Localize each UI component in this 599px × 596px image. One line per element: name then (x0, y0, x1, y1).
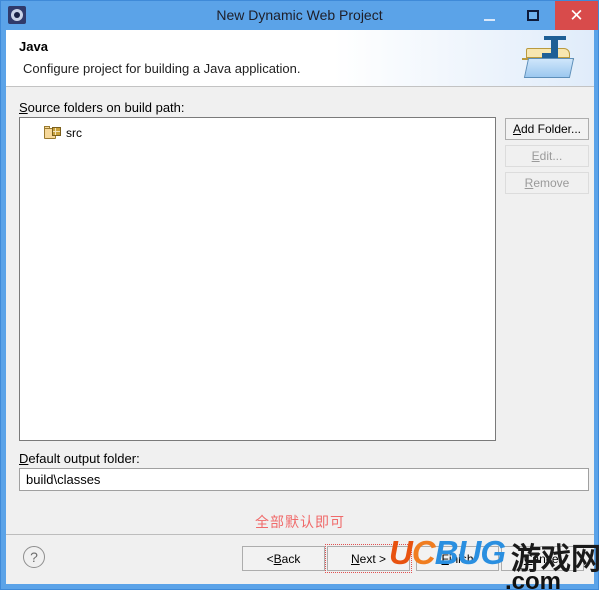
help-icon[interactable]: ? (23, 546, 45, 568)
source-folders-label-mnemonic: S (19, 100, 28, 115)
annotation-text: 全部默认即可 (255, 514, 345, 530)
wizard-body: Source folders on build path: src Add Fo… (6, 87, 594, 584)
page-title: Java (19, 39, 48, 54)
page-description: Configure project for building a Java ap… (23, 61, 301, 76)
cancel-label: ancel (532, 551, 562, 566)
finish-label: inish (448, 551, 474, 566)
default-output-folder-text: efault output folder: (28, 451, 140, 466)
cancel-mnemonic: C (523, 551, 533, 566)
list-item-label: src (66, 126, 82, 140)
maximize-icon (527, 10, 539, 21)
source-folders-label-text: ource folders on build path: (27, 100, 185, 115)
back-button[interactable]: < Back (242, 546, 325, 571)
minimize-icon (483, 18, 495, 21)
package-folder-icon (44, 126, 61, 140)
back-prefix: < (266, 551, 274, 566)
back-mnemonic: B (273, 551, 282, 566)
edit-button: Edit... (505, 145, 589, 167)
minimize-button[interactable] (467, 1, 511, 30)
add-folder-button[interactable]: Add Folder... (505, 118, 589, 140)
remove-label: emove (533, 176, 570, 190)
add-folder-mnemonic: A (512, 122, 521, 136)
wizard-footer: ? < Back Next > Finish Cancel (6, 535, 594, 584)
maximize-button[interactable] (511, 1, 555, 30)
close-icon: ✕ (569, 6, 584, 25)
default-output-folder-label: Default output folder: (19, 451, 140, 466)
finish-mnemonic: F (441, 551, 449, 566)
remove-mnemonic: R (524, 176, 534, 190)
back-label: ack (281, 551, 301, 566)
list-item[interactable]: src (44, 124, 82, 142)
cancel-button[interactable]: Cancel (501, 546, 584, 571)
default-output-folder-mnemonic: D (19, 451, 29, 466)
finish-button[interactable]: Finish (416, 546, 499, 571)
dialog-window: New Dynamic Web Project ✕ Java Configure… (0, 0, 599, 595)
remove-button: Remove (505, 172, 589, 194)
source-folders-label: Source folders on build path: (19, 100, 185, 115)
title-bar[interactable]: New Dynamic Web Project ✕ (1, 1, 598, 30)
next-button-highlight (325, 544, 412, 573)
java-folder-icon (520, 36, 578, 82)
close-button[interactable]: ✕ (555, 1, 598, 30)
edit-mnemonic: E (531, 149, 540, 163)
add-folder-label: dd Folder... (520, 122, 582, 136)
source-folders-list[interactable]: src (19, 117, 496, 441)
default-output-folder-input[interactable] (19, 468, 589, 491)
edit-label: dit... (539, 149, 563, 163)
wizard-header: Java Configure project for building a Ja… (6, 30, 594, 87)
